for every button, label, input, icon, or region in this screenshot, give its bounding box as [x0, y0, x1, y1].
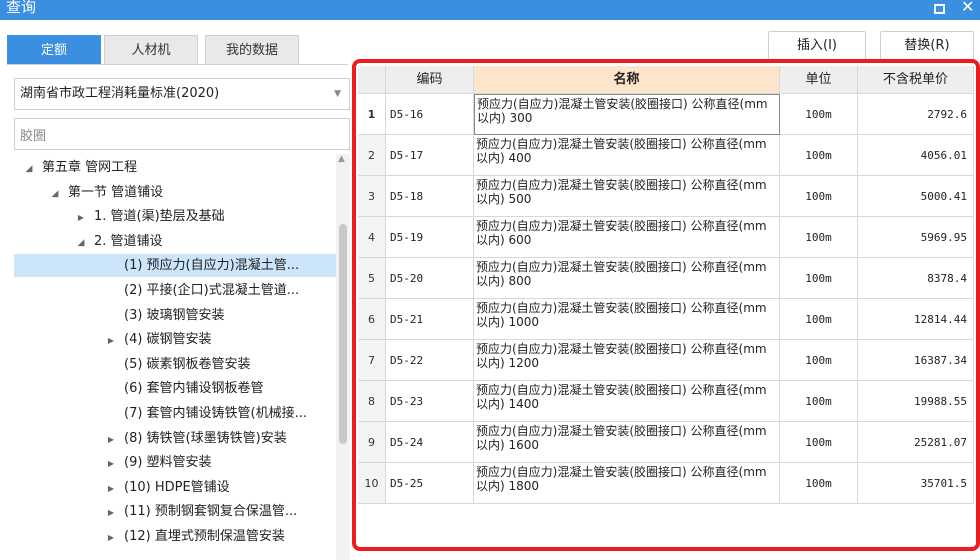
caret-collapsed-icon[interactable]: ▶ — [104, 526, 118, 549]
tree-item-label: (6) 套管内铺设钢板卷管 — [124, 381, 264, 397]
title-bar: 查询 ✕ — [0, 0, 980, 20]
tab-divider — [7, 64, 348, 65]
tree-item-label: (7) 套管内铺设铸铁管(机械接... — [124, 406, 308, 421]
caret-collapsed-icon[interactable]: ▶ — [74, 206, 88, 229]
close-icon[interactable]: ✕ — [961, 0, 974, 16]
tree-item[interactable]: (6) 套管内铺设钢板卷管 — [14, 377, 336, 400]
tree-item[interactable]: (5) 碳素钢板卷管安装 — [14, 353, 336, 376]
scroll-thumb[interactable] — [339, 224, 347, 444]
tree-item[interactable]: ▶ (8) 铸铁管(球墨铸铁管)安装 — [14, 427, 336, 450]
tab-0[interactable]: 定额 — [7, 35, 101, 64]
tree-item[interactable]: ▶ (4) 碳钢管安装 — [14, 328, 336, 351]
tree-item-label: 第五章 管网工程 — [42, 160, 138, 175]
tree-item-label: (12) 直埋式预制保温管安装 — [124, 529, 285, 544]
tree-item[interactable]: (7) 套管内铺设铸铁管(机械接... — [14, 402, 336, 425]
tree-item[interactable]: ▶ (12) 直埋式预制保温管安装 — [14, 525, 336, 548]
tab-2[interactable]: 我的数据 — [205, 35, 299, 64]
tree-item-label: 2. 管道铺设 — [94, 233, 163, 249]
caret-collapsed-icon[interactable]: ▶ — [104, 428, 118, 451]
tree-item-label: (2) 平接(企口)式混凝土管道... — [124, 283, 300, 298]
caret-collapsed-icon[interactable]: ▶ — [104, 452, 118, 475]
caret-expanded-icon[interactable]: ◢ — [22, 158, 36, 181]
tree-item-label: (4) 碳钢管安装 — [124, 332, 212, 348]
tree-item-label: (3) 玻璃钢管安装 — [124, 307, 225, 323]
caret-collapsed-icon[interactable]: ▶ — [104, 501, 118, 524]
tree-item-label: 1. 管道(渠)垫层及基础 — [94, 209, 225, 225]
caret-collapsed-icon[interactable]: ▶ — [104, 477, 118, 500]
insert-button[interactable]: 插入(I) — [768, 31, 866, 61]
search-input[interactable] — [14, 118, 350, 150]
tree-item-label: (8) 铸铁管(球墨铸铁管)安装 — [124, 430, 287, 446]
tree-item-label: (10) HDPE管铺设 — [124, 479, 230, 495]
tree-item-label: 第一节 管道铺设 — [68, 184, 164, 200]
tree-item[interactable]: (1) 预应力(自应力)混凝土管... — [14, 254, 336, 278]
tree-item-label: (11) 预制钢套钢复合保温管... — [124, 504, 298, 520]
tree-item[interactable]: ◢ 第五章 管网工程 — [14, 156, 336, 179]
library-select-value: 湖南省市政工程消耗量标准(2020) — [20, 86, 220, 101]
tree-item[interactable]: ▶ (9) 塑料管安装 — [14, 451, 336, 474]
replace-button[interactable]: 替换(R) — [880, 31, 974, 61]
tree-item[interactable]: (3) 玻璃钢管安装 — [14, 304, 336, 327]
restore-icon[interactable] — [934, 4, 945, 14]
chapter-tree: ◢ 第五章 管网工程 ◢ 第一节 管道铺设 ▶ 1. 管道(渠)垫层及基础 ◢ 2. 管道铺设… — [14, 154, 336, 560]
tree-item[interactable]: ◢ 2. 管道铺设 — [14, 230, 336, 253]
tree-item[interactable]: ▶ 1. 管道(渠)垫层及基础 — [14, 205, 336, 228]
tree-item-label: (5) 碳素钢板卷管安装 — [124, 356, 251, 372]
caret-expanded-icon[interactable]: ◢ — [48, 183, 62, 206]
library-select[interactable]: 湖南省市政工程消耗量标准(2020) ▼ — [14, 78, 350, 110]
tree-item[interactable]: ▶ (11) 预制钢套钢复合保温管... — [14, 500, 336, 523]
tree-item[interactable]: ◢ 第一节 管道铺设 — [14, 181, 336, 204]
tree-item[interactable]: (2) 平接(企口)式混凝土管道... — [14, 279, 336, 302]
tab-1[interactable]: 人材机 — [104, 35, 198, 64]
tree-item-label: (9) 塑料管安装 — [124, 455, 212, 471]
caret-collapsed-icon[interactable]: ▶ — [104, 329, 118, 352]
tree-item-label: (1) 预应力(自应力)混凝土管... — [124, 258, 300, 274]
scroll-up-icon[interactable]: ▲ — [338, 154, 345, 164]
window-title: 查询 — [6, 0, 37, 16]
tree-scrollbar[interactable]: ▲ — [336, 154, 350, 560]
tree-item[interactable]: ▶ (10) HDPE管铺设 — [14, 476, 336, 499]
highlight-frame — [352, 59, 980, 551]
chevron-down-icon: ▼ — [334, 89, 341, 99]
caret-expanded-icon[interactable]: ◢ — [74, 232, 88, 255]
